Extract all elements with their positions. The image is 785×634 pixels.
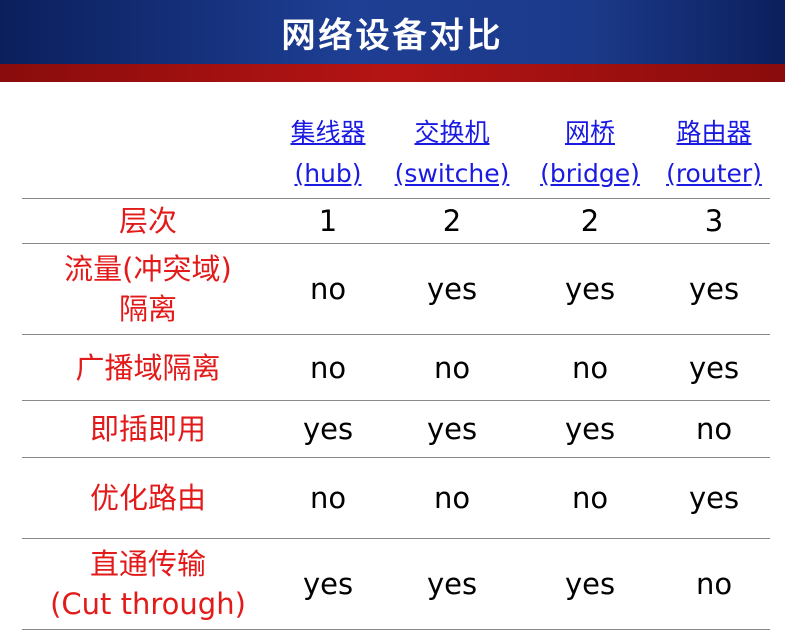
page-title: 网络设备对比 xyxy=(281,15,504,56)
table-cell: yes xyxy=(382,243,522,335)
header-switch: 交换机 (switche) xyxy=(382,110,522,199)
table-cell: no xyxy=(522,457,658,539)
table-row: 广播域隔离 no no no yes xyxy=(22,334,770,401)
header-bridge: 网桥 (bridge) xyxy=(522,110,658,199)
table-cell: yes xyxy=(274,400,382,458)
accent-stripe xyxy=(0,64,785,82)
table-cell: 2 xyxy=(522,198,658,244)
table-cell: yes xyxy=(382,538,522,630)
row-label: 即插即用 xyxy=(22,400,274,458)
table-cell: no xyxy=(522,334,658,401)
hub-link[interactable]: 集线器 (hub) xyxy=(290,118,365,188)
table-row: 即插即用 yes yes yes no xyxy=(22,400,770,458)
table-cell: 1 xyxy=(274,198,382,244)
table-cell: no xyxy=(274,457,382,539)
header-hub: 集线器 (hub) xyxy=(274,110,382,199)
table-cell: yes xyxy=(382,400,522,458)
row-label: 流量(冲突域) 隔离 xyxy=(22,243,274,335)
table-cell: 3 xyxy=(658,198,770,244)
header-corner xyxy=(22,110,274,199)
row-label: 直通传输 (Cut through) xyxy=(22,538,274,630)
table-cell: no xyxy=(274,243,382,335)
table-row: 优化路由 no no no yes xyxy=(22,457,770,539)
table-cell: no xyxy=(658,400,770,458)
header-row: 集线器 (hub) 交换机 (switche) 网桥 (bridge) 路由器 (rou… xyxy=(22,110,770,199)
bridge-link[interactable]: 网桥 (bridge) xyxy=(540,118,640,188)
table-cell: yes xyxy=(658,243,770,335)
table-row: 直通传输 (Cut through) yes yes yes no xyxy=(22,538,770,630)
table-cell: yes xyxy=(658,457,770,539)
row-label: 层次 xyxy=(22,198,274,244)
table-cell: yes xyxy=(658,334,770,401)
switch-link[interactable]: 交换机 (switche) xyxy=(395,118,510,188)
table-cell: 2 xyxy=(382,198,522,244)
table-cell: no xyxy=(658,538,770,630)
title-banner: 网络设备对比 xyxy=(0,0,785,64)
table-cell: no xyxy=(382,457,522,539)
comparison-table: 集线器 (hub) 交换机 (switche) 网桥 (bridge) 路由器 (rou… xyxy=(22,110,770,630)
row-label: 广播域隔离 xyxy=(22,334,274,401)
table-cell: no xyxy=(382,334,522,401)
table-cell: yes xyxy=(274,538,382,630)
router-link[interactable]: 路由器 (router) xyxy=(666,118,762,188)
table-cell: yes xyxy=(522,243,658,335)
row-label: 优化路由 xyxy=(22,457,274,539)
table-row: 层次 1 2 2 3 xyxy=(22,198,770,244)
table-row: 流量(冲突域) 隔离 no yes yes yes xyxy=(22,243,770,335)
table-cell: yes xyxy=(522,400,658,458)
table-cell: no xyxy=(274,334,382,401)
table-cell: yes xyxy=(522,538,658,630)
header-router: 路由器 (router) xyxy=(658,110,770,199)
